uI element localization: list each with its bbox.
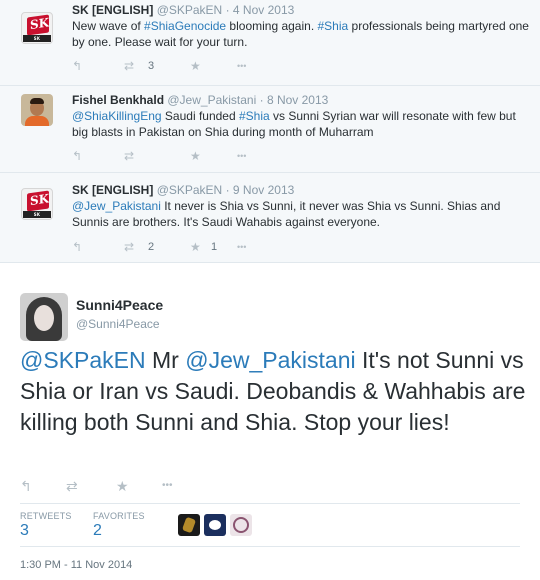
tweet-text: @Jew_Pakistani It never is Shia vs Sunni… xyxy=(72,198,532,230)
reply-icon[interactable]: ↰ xyxy=(72,149,82,163)
retweets-count[interactable]: 3 xyxy=(20,522,29,540)
user-name[interactable]: SK [ENGLISH] xyxy=(72,3,153,17)
divider xyxy=(20,503,520,504)
retweet-icon[interactable]: ⇄ xyxy=(124,240,134,254)
more-icon[interactable]: ••• xyxy=(237,149,246,163)
more-icon[interactable]: ••• xyxy=(237,59,246,73)
user-handle[interactable]: @SKPakEN xyxy=(157,3,223,17)
sk-logo-icon: SK xyxy=(27,190,49,212)
user-handle[interactable]: @Sunni4Peace xyxy=(76,317,160,331)
tweet-text: New wave of #ShiaGenocide blooming again… xyxy=(72,18,532,50)
tweet-link[interactable]: #ShiaGenocide xyxy=(144,19,226,33)
favorite-icon[interactable]: ★ xyxy=(190,59,201,73)
tweet-link[interactable]: @Jew_Pakistani xyxy=(185,347,355,373)
tweet-header: SK [ENGLISH] @SKPakEN · 4 Nov 2013 xyxy=(72,3,294,17)
tweet-link[interactable]: #Shia xyxy=(239,109,270,123)
avatar[interactable]: SK SK ENGLISH xyxy=(21,188,53,220)
favorite-icon[interactable]: ★ xyxy=(190,240,201,254)
favorite-icon[interactable]: ★ xyxy=(190,149,201,163)
user-name[interactable]: Sunni4Peace xyxy=(76,297,163,313)
tweet-text-run: Saudi funded xyxy=(161,109,239,123)
avatar[interactable] xyxy=(230,514,252,536)
favorites-count[interactable]: 2 xyxy=(93,522,102,540)
retweet-icon[interactable]: ⇄ xyxy=(66,478,78,494)
favorite-icon[interactable]: ★ xyxy=(116,478,129,494)
avatar[interactable]: SK SK ENGLISH xyxy=(21,12,53,44)
avatar[interactable] xyxy=(204,514,226,536)
reply-icon[interactable]: ↰ xyxy=(72,59,82,73)
thread-tweet[interactable]: SK SK ENGLISH SK [ENGLISH] @SKPakEN · 9 … xyxy=(0,173,540,263)
tweet-link[interactable]: #Shia xyxy=(318,19,349,33)
avatar[interactable] xyxy=(21,94,53,126)
reply-icon[interactable]: ↰ xyxy=(20,478,32,494)
favorite-count: 1 xyxy=(211,241,218,253)
tweet-date[interactable]: · 4 Nov 2013 xyxy=(226,3,295,17)
tweet-text: @SKPakEN Mr @Jew_Pakistani It's not Sunn… xyxy=(20,345,530,438)
thread-tweet[interactable]: Fishel Benkhald @Jew_Pakistani · 8 Nov 2… xyxy=(0,86,540,173)
tweet-text-run: New wave of xyxy=(72,19,145,33)
tweet-link[interactable]: @ShiaKillingEng xyxy=(72,109,162,123)
tweet-timestamp: 1:30 PM - 11 Nov 2014 xyxy=(20,559,133,571)
tweet-header: SK [ENGLISH] @SKPakEN · 9 Nov 2013 xyxy=(72,183,294,197)
user-name[interactable]: SK [ENGLISH] xyxy=(72,183,153,197)
avatar[interactable] xyxy=(20,293,68,341)
user-handle[interactable]: @SKPakEN xyxy=(157,183,223,197)
retweets-label: RETWEETS xyxy=(20,511,72,521)
retweet-icon[interactable]: ⇄ xyxy=(124,149,134,163)
user-handle[interactable]: @Jew_Pakistani xyxy=(167,93,256,107)
tweet-header: Fishel Benkhald @Jew_Pakistani · 8 Nov 2… xyxy=(72,93,328,107)
tweet-text-run: Mr xyxy=(145,347,186,373)
sk-logo-icon: SK xyxy=(27,14,49,36)
retweet-count: 3 xyxy=(148,60,155,72)
avatar[interactable] xyxy=(178,514,200,536)
conversation-thread: SK SK ENGLISH SK [ENGLISH] @SKPakEN · 4 … xyxy=(0,0,540,263)
user-name[interactable]: Fishel Benkhald xyxy=(72,93,164,107)
thread-tweet[interactable]: SK SK ENGLISH SK [ENGLISH] @SKPakEN · 4 … xyxy=(0,0,540,86)
tweet-date[interactable]: · 9 Nov 2013 xyxy=(226,183,295,197)
tweet-link[interactable]: @Jew_Pakistani xyxy=(72,199,161,213)
divider xyxy=(20,546,520,547)
tweet-text-run: blooming again. xyxy=(226,19,318,33)
retweet-count: 2 xyxy=(148,241,155,253)
more-icon[interactable]: ••• xyxy=(162,478,173,494)
tweet-text: @ShiaKillingEng Saudi funded #Shia vs Su… xyxy=(72,108,532,140)
reply-icon[interactable]: ↰ xyxy=(72,240,82,254)
more-icon[interactable]: ••• xyxy=(237,240,246,254)
favorites-label: FAVORITES xyxy=(93,511,145,521)
tweet-date[interactable]: · 8 Nov 2013 xyxy=(260,93,329,107)
retweet-icon[interactable]: ⇄ xyxy=(124,59,134,73)
tweet-link[interactable]: @SKPakEN xyxy=(20,347,146,373)
